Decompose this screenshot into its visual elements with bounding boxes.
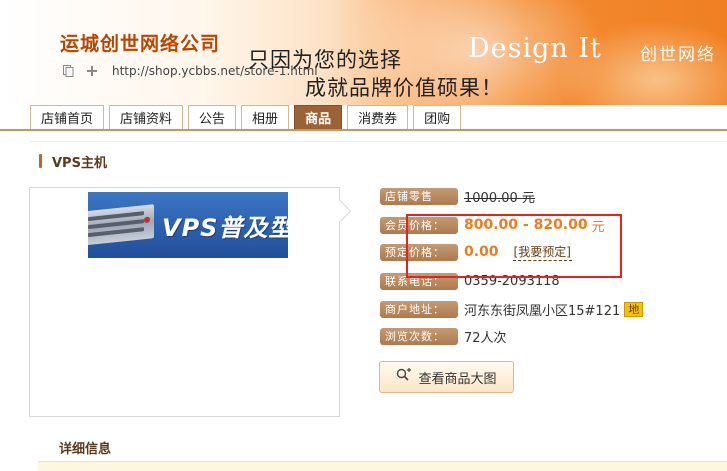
design-cn-text: 创世网络 (640, 45, 716, 65)
reserve-price-value: 0.00 (464, 244, 499, 260)
phone-row: 联系电话： 0359-2093118 (380, 271, 560, 291)
product-title: VPS主机 (52, 156, 107, 171)
tab-album[interactable]: 相册 (241, 105, 290, 129)
tabs-divider (0, 129, 727, 131)
box-pointer (328, 199, 352, 223)
reserve-price-row: 预定价格： 0.00 [我要预定] (380, 242, 572, 262)
shop-name: 运城创世网络公司 (60, 33, 221, 55)
server-graphic (88, 204, 154, 246)
product-section-header: VPS主机 (30, 141, 727, 179)
tab-home[interactable]: 店铺首页 (30, 105, 105, 129)
product-image-label: VPS普及型 (162, 214, 288, 242)
product-image[interactable]: VPS普及型 (88, 192, 288, 258)
views-value: 72人次 (464, 330, 507, 346)
view-large-image-button[interactable]: 查看商品大图 (379, 361, 514, 393)
tab-coupons[interactable]: 消费券 (347, 105, 409, 129)
views-row: 浏览次数： 72人次 (380, 326, 507, 346)
reserve-price-label: 预定价格： (380, 243, 458, 261)
slogan-line2: 成就品牌价值硕果！ (305, 76, 503, 100)
tab-group-buy[interactable]: 团购 (413, 105, 462, 129)
store-price-row: 店铺零售 1000.00 元 (380, 186, 535, 206)
map-icon[interactable]: 地 (624, 301, 644, 317)
copy-icon[interactable] (62, 65, 74, 77)
phone-value: 0359-2093118 (464, 273, 560, 289)
zoom-in-icon (396, 368, 412, 386)
tab-products[interactable]: 商品 (294, 105, 343, 129)
add-favorite-icon[interactable] (86, 65, 98, 77)
member-price-label: 会员价格： (380, 216, 458, 234)
member-price-value: 800.00 - 820.00 (464, 217, 588, 233)
views-label: 浏览次数： (380, 327, 458, 345)
store-price-label: 店铺零售 (380, 187, 458, 205)
product-image-box: VPS普及型 (29, 187, 352, 417)
shop-tabs: 店铺首页 店铺资料 公告 相册 商品 消费券 团购 (30, 105, 462, 130)
header-banner: 运城创世网络公司 http://shop.ycbbs.net/store-1.h… (0, 0, 727, 105)
title-marker (39, 154, 42, 168)
phone-label: 联系电话： (380, 272, 458, 290)
tab-shop-info[interactable]: 店铺资料 (109, 105, 184, 129)
slogan-line1: 只因为您的选择 (248, 48, 402, 72)
member-price-unit: 元 (591, 219, 605, 235)
tab-notice[interactable]: 公告 (188, 105, 237, 129)
address-label: 商户地址： (380, 300, 458, 318)
address-row: 商户地址： 河东东街凤凰小区15#121 地 (380, 299, 644, 319)
details-panel (38, 461, 727, 471)
details-title: 详细信息 (59, 442, 112, 457)
view-large-image-label: 查看商品大图 (418, 371, 497, 387)
address-value: 河东东街凤凰小区15#121 (464, 303, 621, 319)
reserve-link[interactable]: [我要预定] (512, 243, 572, 261)
member-price-row: 会员价格： 800.00 - 820.00 元 (380, 215, 605, 235)
store-price-value: 1000.00 元 (464, 190, 535, 206)
design-text: Design It (468, 33, 602, 64)
